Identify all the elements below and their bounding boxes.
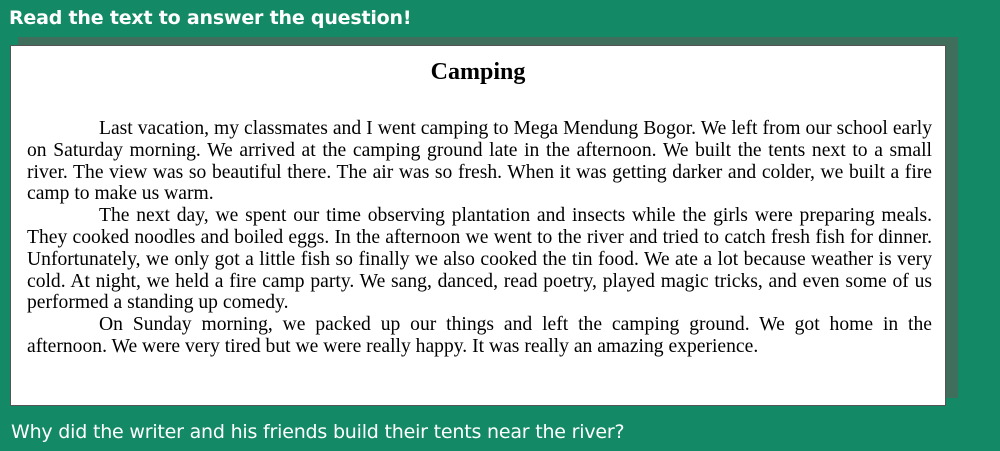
passage-paragraph-3: On Sunday morning, we packed up our thin… <box>27 314 932 357</box>
passage-title: Camping <box>430 59 526 85</box>
instruction-heading: Read the text to answer the question! <box>9 7 412 29</box>
passage-body: Last vacation, my classmates and I went … <box>27 118 932 358</box>
passage-paragraph-2: The next day, we spent our time observin… <box>27 205 932 314</box>
passage-paragraph-1: Last vacation, my classmates and I went … <box>27 118 932 205</box>
question-text: Why did the writer and his friends build… <box>11 421 625 443</box>
passage-card: Camping Last vacation, my classmates and… <box>10 45 946 406</box>
